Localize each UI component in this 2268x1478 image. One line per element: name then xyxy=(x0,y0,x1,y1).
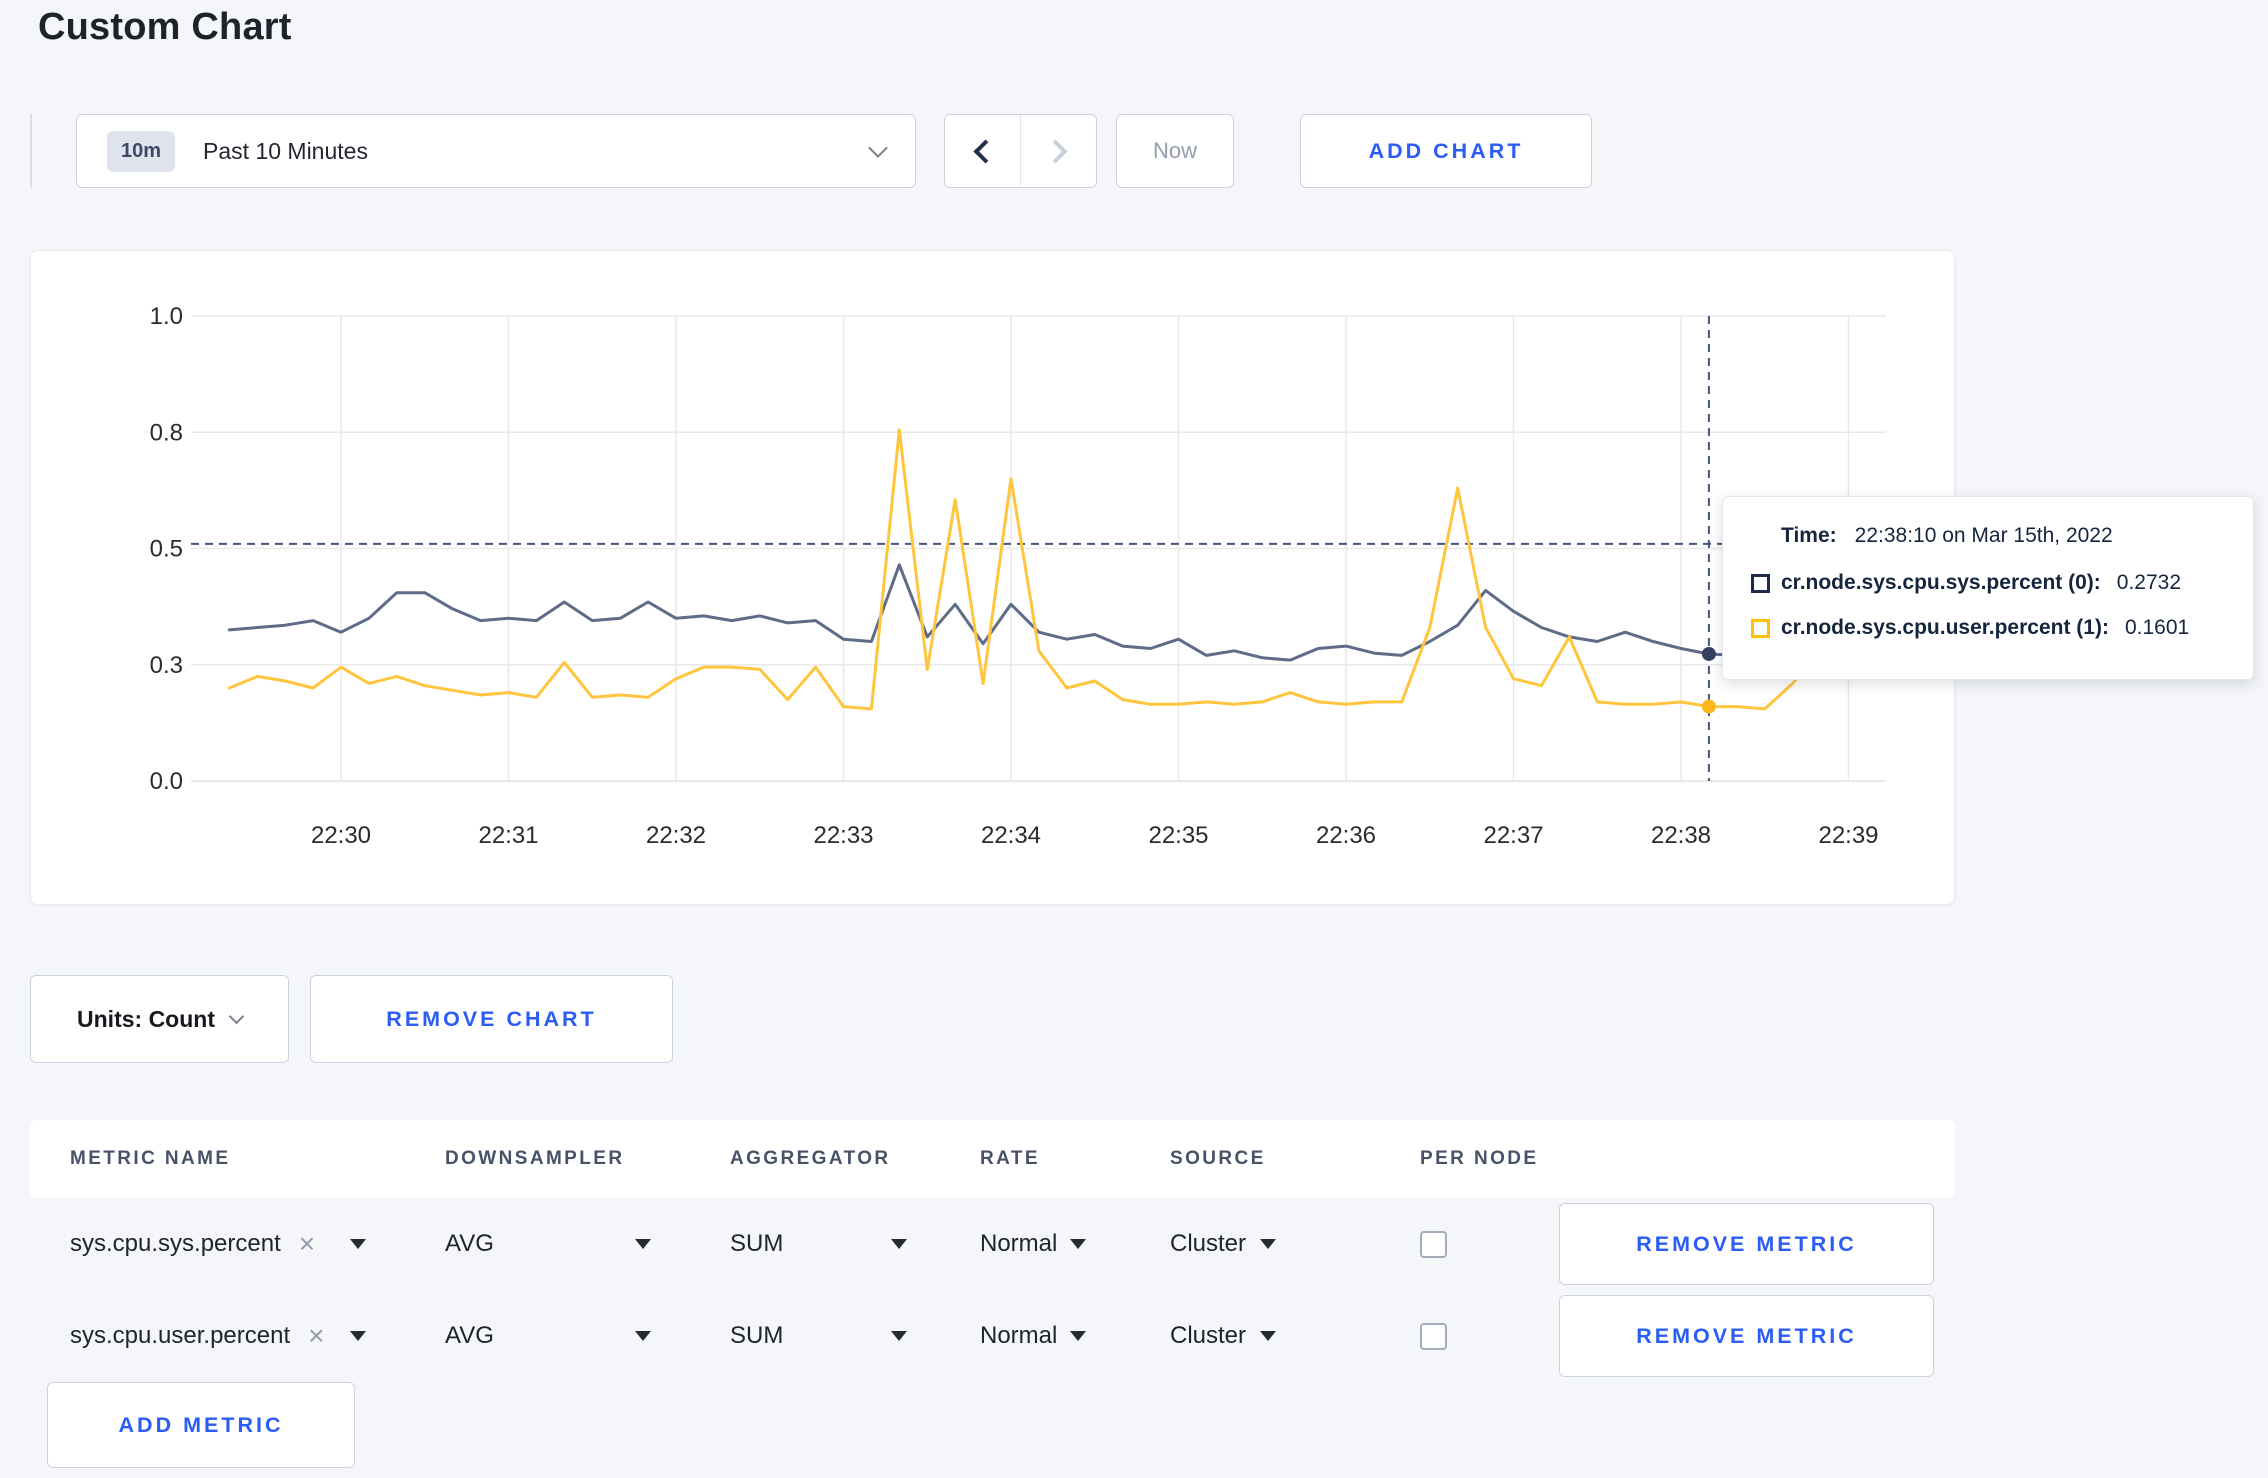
source-select[interactable]: Cluster xyxy=(1170,1198,1277,1290)
metrics-table-header: METRIC NAME DOWNSAMPLER AGGREGATOR RATE … xyxy=(30,1120,1955,1198)
svg-text:22:37: 22:37 xyxy=(1483,822,1543,849)
page-title: Custom Chart xyxy=(38,6,292,48)
svg-text:22:32: 22:32 xyxy=(646,822,706,849)
dropdown-caret-icon xyxy=(1070,1239,1087,1249)
tooltip-series-row: cr.node.sys.cpu.sys.percent (0): 0.2732 xyxy=(1751,571,2227,595)
chart-plot[interactable]: 0.0 0.3 0.5 0.8 1.0 22:30 22:31 22:32 22:33 22:34… xyxy=(31,251,1956,906)
chevron-down-icon xyxy=(868,138,888,158)
col-header-source: SOURCE xyxy=(1170,1148,1266,1169)
tooltip-time-value: 22:38:10 on Mar 15th, 2022 xyxy=(1854,524,2113,547)
dropdown-caret-icon xyxy=(350,1331,366,1341)
chevron-down-icon xyxy=(228,1008,245,1025)
units-select[interactable]: Units: Count xyxy=(30,975,289,1063)
time-nav-group xyxy=(944,114,1097,188)
dropdown-caret-icon xyxy=(635,1239,651,1249)
svg-text:22:33: 22:33 xyxy=(813,822,873,849)
svg-text:22:31: 22:31 xyxy=(478,822,538,849)
col-header-per-node: PER NODE xyxy=(1420,1148,1539,1169)
metric-name-select[interactable]: sys.cpu.sys.percent × xyxy=(70,1198,366,1290)
dropdown-caret-icon xyxy=(1260,1239,1277,1249)
col-header-rate: RATE xyxy=(980,1148,1040,1169)
dropdown-caret-icon xyxy=(635,1331,651,1341)
svg-text:22:39: 22:39 xyxy=(1818,822,1878,849)
col-header-downsampler: DOWNSAMPLER xyxy=(445,1148,625,1169)
aggregator-value: SUM xyxy=(730,1322,784,1349)
chart-tooltip: Time: 22:38:10 on Mar 15th, 2022 cr.node.… xyxy=(1722,496,2254,680)
downsampler-value: AVG xyxy=(445,1230,494,1257)
source-value: Cluster xyxy=(1170,1322,1247,1349)
chart-card: 0.0 0.3 0.5 0.8 1.0 22:30 22:31 22:32 22:33 22:34… xyxy=(30,250,1955,905)
time-range-select[interactable]: 10m Past 10 Minutes xyxy=(76,114,916,188)
tooltip-time-label: Time: xyxy=(1781,524,1837,547)
tooltip-series-label: cr.node.sys.cpu.user.percent (1): xyxy=(1781,616,2109,639)
series-swatch-sys-icon xyxy=(1751,573,1770,593)
metric-name-select[interactable]: sys.cpu.user.percent × xyxy=(70,1290,366,1382)
downsampler-value: AVG xyxy=(445,1322,494,1349)
time-window-badge: 10m xyxy=(107,130,176,172)
svg-text:0.5: 0.5 xyxy=(150,536,183,563)
time-window-label: Past 10 Minutes xyxy=(203,137,368,164)
aggregator-select[interactable]: SUM xyxy=(730,1290,907,1382)
source-select[interactable]: Cluster xyxy=(1170,1290,1277,1382)
svg-text:22:35: 22:35 xyxy=(1148,822,1208,849)
toolbar-divider xyxy=(30,114,32,188)
tooltip-series-value: 0.2732 xyxy=(2116,571,2182,594)
metric-row: sys.cpu.user.percent × AVG SUM Normal Cl… xyxy=(30,1290,1955,1382)
downsampler-select[interactable]: AVG xyxy=(445,1290,651,1382)
rate-value: Normal xyxy=(980,1230,1058,1257)
dropdown-caret-icon xyxy=(1260,1331,1277,1341)
clear-metric-icon[interactable]: × xyxy=(308,1322,324,1350)
dropdown-caret-icon xyxy=(350,1239,366,1249)
remove-chart-button[interactable]: REMOVE CHART xyxy=(310,975,673,1063)
col-header-aggregator: AGGREGATOR xyxy=(730,1148,891,1169)
source-value: Cluster xyxy=(1170,1230,1247,1257)
chevron-left-icon xyxy=(973,138,998,164)
per-node-cell xyxy=(1420,1290,1447,1382)
tooltip-series-row: cr.node.sys.cpu.user.percent (1): 0.1601 xyxy=(1751,616,2227,640)
rate-select[interactable]: Normal xyxy=(980,1198,1087,1290)
downsampler-select[interactable]: AVG xyxy=(445,1198,651,1290)
aggregator-select[interactable]: SUM xyxy=(730,1198,907,1290)
svg-text:0.3: 0.3 xyxy=(150,652,183,679)
next-time-button[interactable] xyxy=(1021,115,1096,187)
per-node-checkbox[interactable] xyxy=(1420,1322,1447,1350)
svg-text:22:38: 22:38 xyxy=(1651,822,1711,849)
series-swatch-user-icon xyxy=(1751,618,1770,638)
tooltip-series-label: cr.node.sys.cpu.sys.percent (0): xyxy=(1781,571,2101,594)
dropdown-caret-icon xyxy=(1070,1331,1087,1341)
metric-row: sys.cpu.sys.percent × AVG SUM Normal Clu… xyxy=(30,1198,1955,1290)
units-label: Units: Count xyxy=(77,1005,215,1032)
svg-text:0.8: 0.8 xyxy=(150,419,183,446)
svg-text:22:30: 22:30 xyxy=(311,822,371,849)
per-node-cell xyxy=(1420,1198,1447,1290)
per-node-checkbox[interactable] xyxy=(1420,1230,1447,1258)
add-chart-button[interactable]: ADD CHART xyxy=(1300,114,1592,188)
remove-metric-button[interactable]: REMOVE METRIC xyxy=(1559,1203,1934,1285)
add-metric-button[interactable]: ADD METRIC xyxy=(47,1382,355,1468)
dropdown-caret-icon xyxy=(891,1331,907,1341)
svg-text:1.0: 1.0 xyxy=(150,303,183,330)
chevron-right-icon xyxy=(1043,138,1068,164)
svg-text:22:34: 22:34 xyxy=(981,822,1041,849)
col-header-metric-name: METRIC NAME xyxy=(70,1148,231,1169)
aggregator-value: SUM xyxy=(730,1230,784,1257)
metric-name-value: sys.cpu.user.percent xyxy=(70,1322,291,1349)
tooltip-series-value: 0.1601 xyxy=(2124,616,2190,639)
remove-metric-button[interactable]: REMOVE METRIC xyxy=(1559,1295,1934,1377)
prev-time-button[interactable] xyxy=(945,115,1021,187)
rate-select[interactable]: Normal xyxy=(980,1290,1087,1382)
metric-name-value: sys.cpu.sys.percent xyxy=(70,1230,281,1257)
dropdown-caret-icon xyxy=(891,1239,907,1249)
svg-text:22:36: 22:36 xyxy=(1316,822,1376,849)
clear-metric-icon[interactable]: × xyxy=(299,1230,315,1258)
rate-value: Normal xyxy=(980,1322,1058,1349)
now-button[interactable]: Now xyxy=(1116,114,1234,188)
tooltip-time: Time: 22:38:10 on Mar 15th, 2022 xyxy=(1781,524,2227,548)
svg-text:0.0: 0.0 xyxy=(150,768,183,795)
